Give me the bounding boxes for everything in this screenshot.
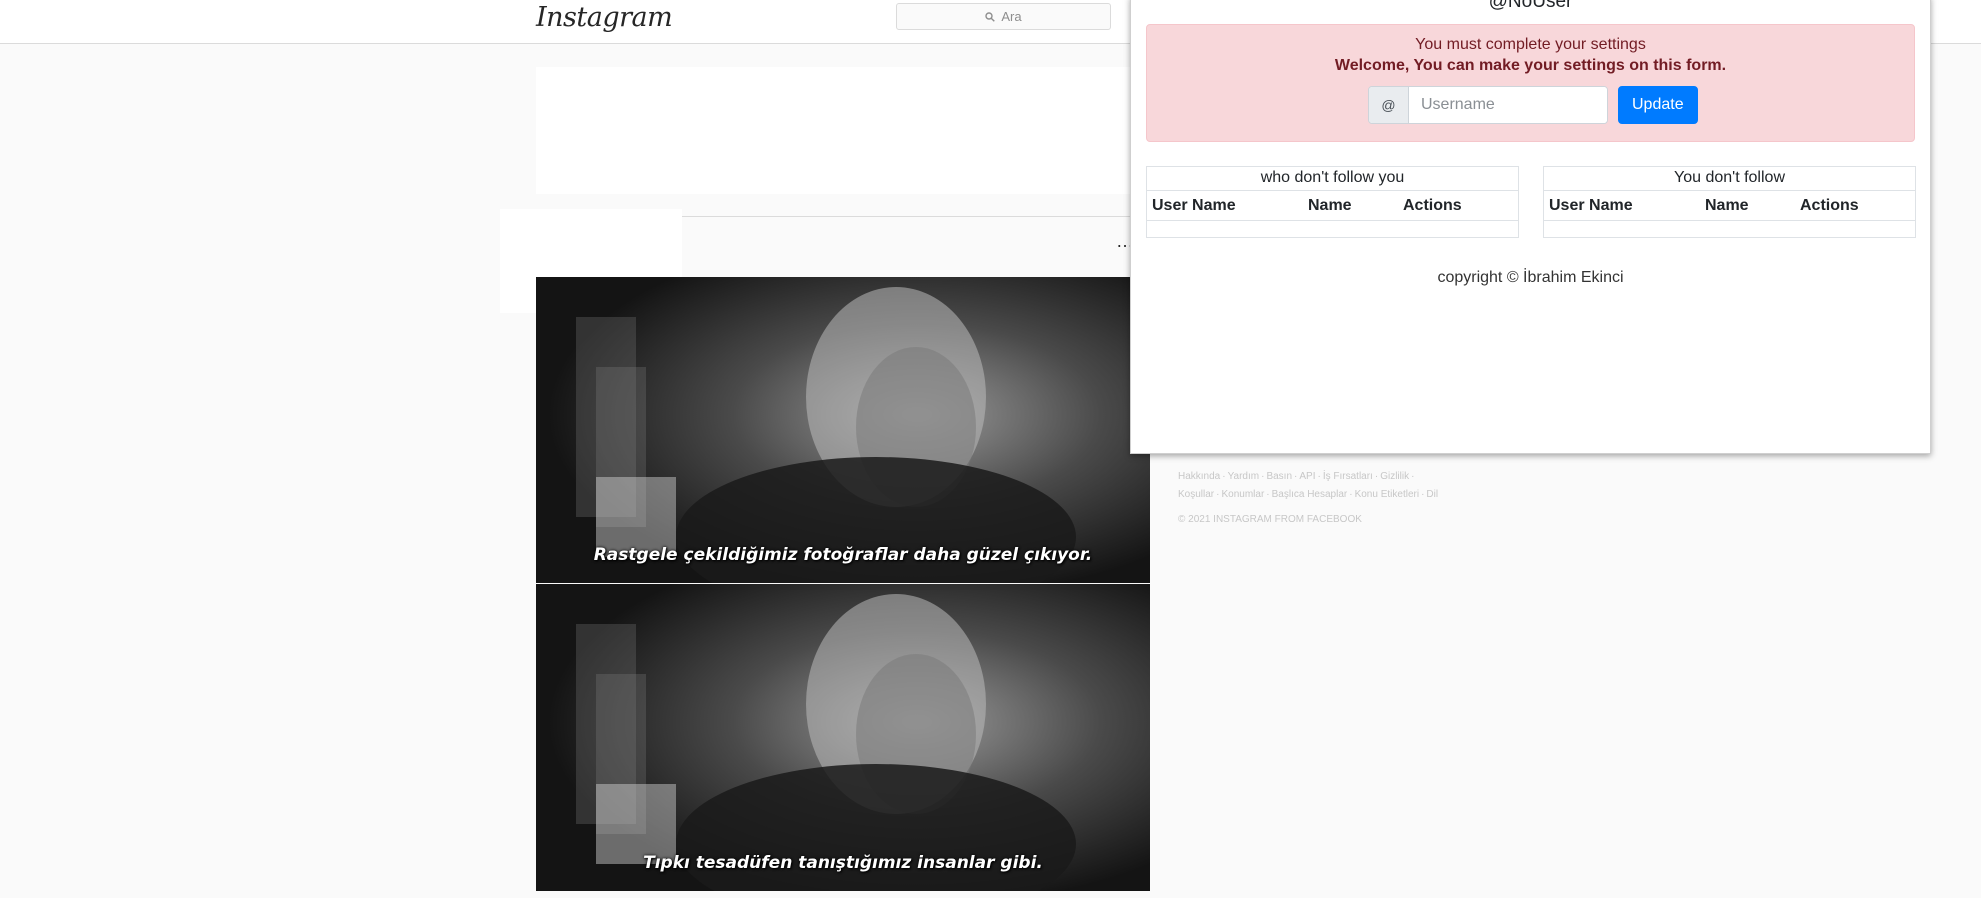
post-image[interactable]: Rastgele çekildiğimiz fotoğraflar daha g…	[536, 277, 1150, 583]
username-input-group: @	[1368, 86, 1608, 124]
update-button[interactable]: Update	[1618, 86, 1698, 124]
footer-link[interactable]: Basın	[1266, 471, 1292, 482]
footer-copyright: © 2021 INSTAGRAM FROM FACEBOOK	[1178, 514, 1362, 525]
table-caption: who don't follow you	[1147, 167, 1518, 191]
post-caption: Rastgele çekildiğimiz fotoğraflar daha g…	[593, 545, 1093, 565]
footer-link[interactable]: Başlıca Hesaplar	[1272, 489, 1348, 500]
footer-link[interactable]: İş Fırsatları	[1323, 471, 1373, 482]
footer-links: Hakkında · Yardım · Basın · API · İş Fırsatları ·…	[1178, 471, 1439, 500]
at-prefix: @	[1369, 87, 1409, 123]
table-caption: You don't follow	[1544, 167, 1915, 191]
column-header-username: User Name	[1152, 196, 1236, 214]
not-following-back-table: who don't follow you User Name Name Acti…	[1146, 166, 1519, 238]
footer-link[interactable]: Gizlilik	[1380, 471, 1409, 482]
extension-panel: @NoUser You must complete your settings …	[1130, 0, 1931, 454]
column-header-actions: Actions	[1403, 196, 1462, 214]
alert-message: You must complete your settings	[1415, 36, 1646, 53]
table-body	[1147, 221, 1518, 237]
footer-link[interactable]: Konumlar	[1221, 489, 1264, 500]
search-icon	[985, 11, 996, 22]
photo-artwork	[536, 584, 1150, 891]
footer-link[interactable]: API	[1299, 471, 1315, 482]
footer-link[interactable]: Hakkında	[1178, 471, 1220, 482]
search-box[interactable]: Ara	[896, 3, 1111, 30]
you-dont-follow-table: You don't follow User Name Name Actions	[1543, 166, 1916, 238]
alert-welcome: Welcome, You can make your settings on t…	[1334, 57, 1727, 74]
table-header-row: User Name Name Actions	[1544, 191, 1915, 221]
stories-box	[536, 67, 1131, 194]
footer-link[interactable]: Yardım	[1228, 471, 1260, 482]
post-image[interactable]: Tıpkı tesadüfen tanıştığımız insanlar gi…	[536, 584, 1150, 891]
column-header-name: Name	[1308, 196, 1352, 214]
instagram-logo[interactable]: Instagram	[536, 2, 673, 33]
account-handle: @NoUser	[1488, 0, 1573, 12]
photo-artwork	[536, 277, 1150, 583]
column-header-name: Name	[1705, 196, 1749, 214]
column-header-actions: Actions	[1800, 196, 1859, 214]
search-placeholder: Ara	[1001, 9, 1022, 24]
footer-link[interactable]: Konu Etiketleri	[1355, 489, 1419, 500]
settings-form: @ Update	[1368, 86, 1698, 124]
table-header-row: User Name Name Actions	[1147, 191, 1518, 221]
instagram-footer: Hakkında · Yardım · Basın · API · İş Fırsatları ·…	[1178, 468, 1478, 525]
settings-alert: You must complete your settings Welcome,…	[1146, 24, 1915, 142]
footer-link[interactable]: Koşullar	[1178, 489, 1214, 500]
extension-copyright: copyright © İbrahim Ekinci	[1437, 269, 1624, 286]
username-input[interactable]	[1409, 87, 1607, 123]
table-body	[1544, 221, 1915, 237]
column-header-username: User Name	[1549, 196, 1633, 214]
footer-link[interactable]: Dil	[1426, 489, 1438, 500]
post-caption: Tıpkı tesadüfen tanıştığımız insanlar gi…	[643, 853, 1043, 873]
